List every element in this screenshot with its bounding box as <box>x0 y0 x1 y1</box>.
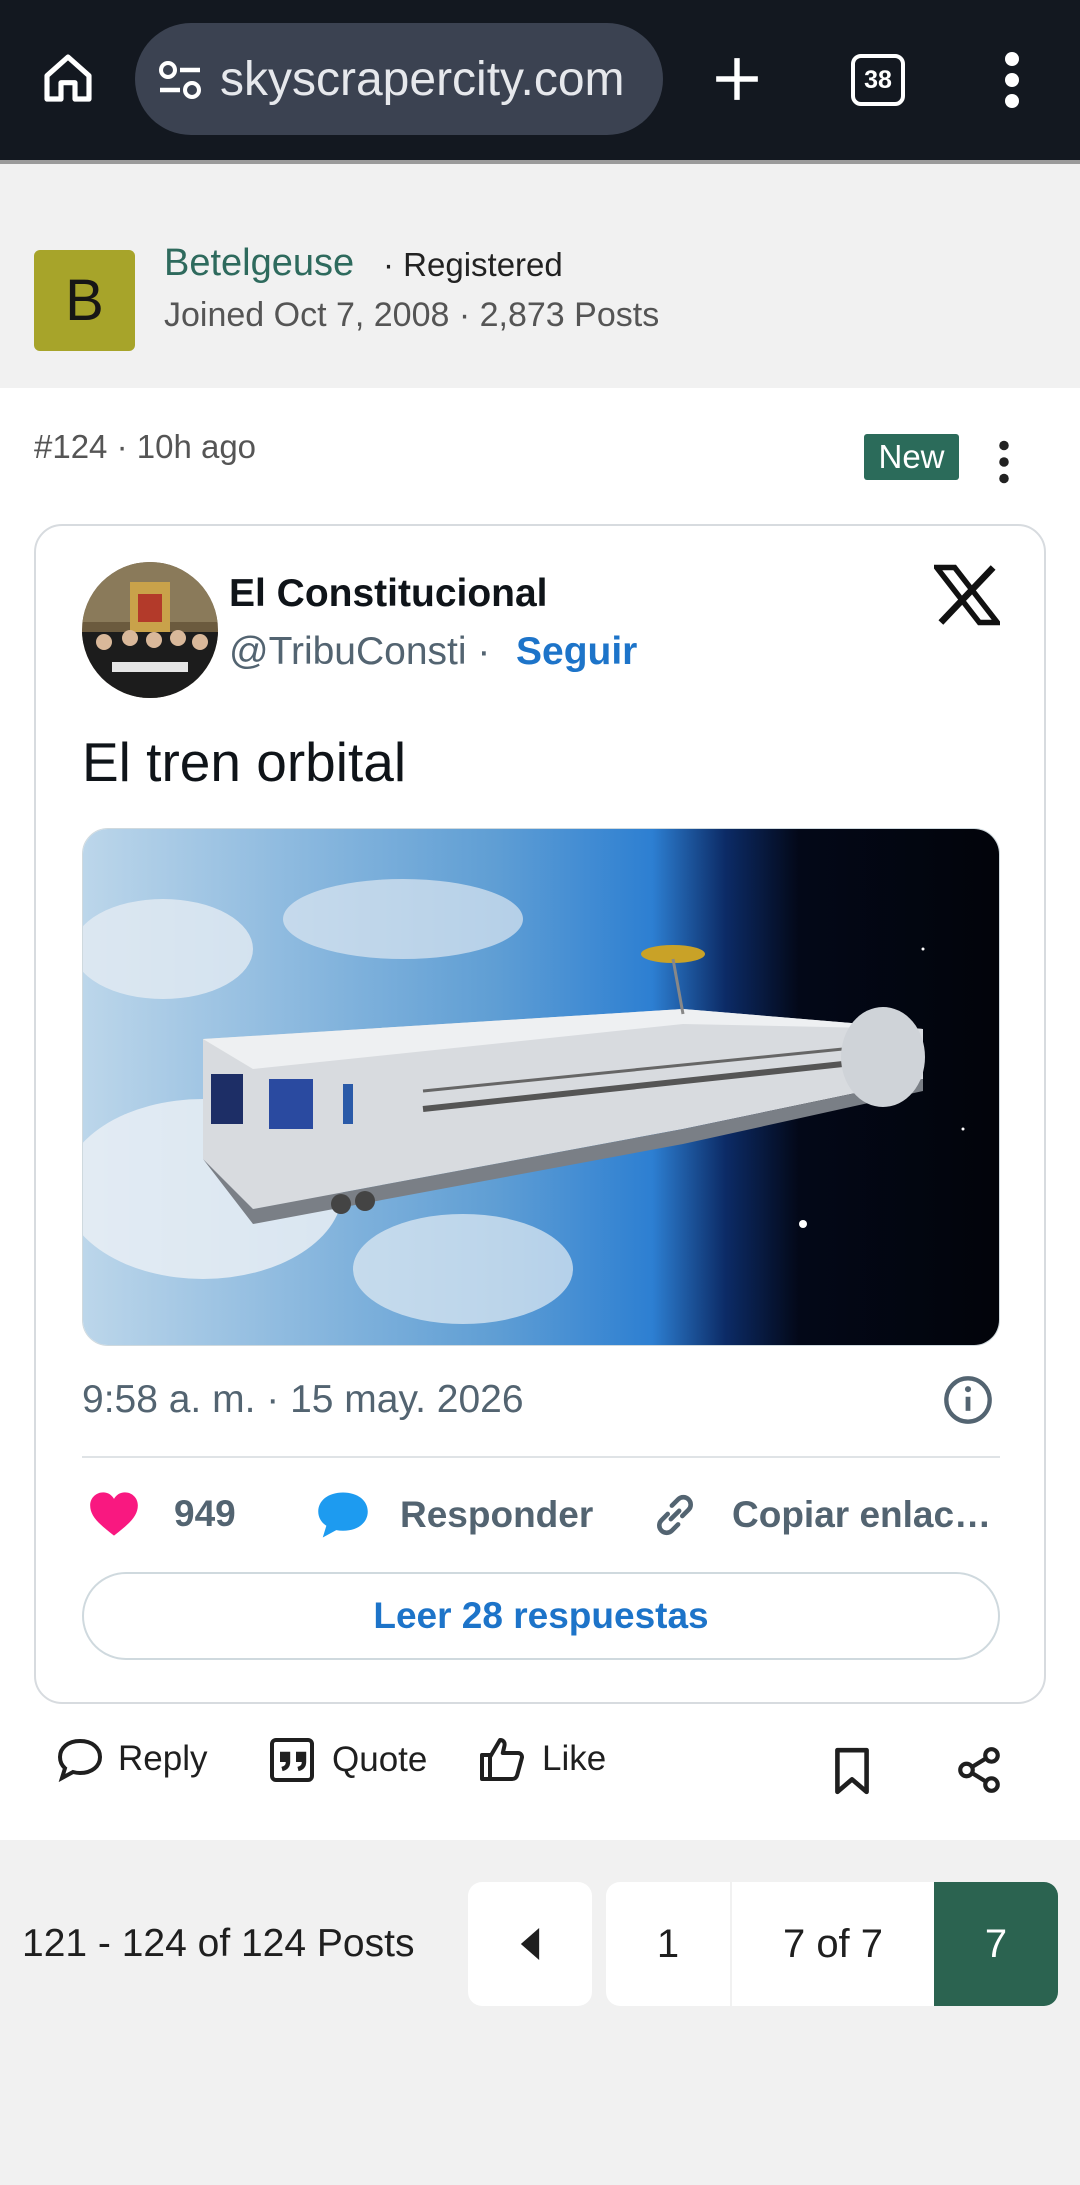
post-number-time[interactable]: #124 · 10h ago <box>34 428 256 466</box>
quote-icon <box>270 1738 314 1782</box>
x-logo-icon[interactable] <box>934 564 1000 626</box>
tweet-text: El tren orbital <box>82 731 407 793</box>
tweet-author-name[interactable]: El Constitucional <box>229 572 548 616</box>
copy-link-action[interactable]: Copiar enlac… <box>650 1490 991 1540</box>
copy-link-label: Copiar enlac… <box>732 1494 992 1535</box>
reply-bubble-icon <box>318 1492 368 1538</box>
caret-left-icon <box>520 1928 540 1960</box>
tweet-divider <box>82 1456 1000 1458</box>
reply-label: Responder <box>400 1494 594 1535</box>
first-page-button[interactable]: 1 <box>606 1882 730 2006</box>
url-text[interactable]: skyscrapercity.com <box>220 52 650 107</box>
post-count: 121 - 124 of 124 Posts <box>22 1922 415 1965</box>
author-avatar[interactable]: B <box>34 250 135 351</box>
like-button-label: Like <box>542 1739 607 1778</box>
tab-switcher-button[interactable]: 38 <box>851 54 905 106</box>
reply-button-label: Reply <box>118 1739 208 1778</box>
info-icon[interactable] <box>942 1374 994 1426</box>
new-badge: New <box>864 434 959 480</box>
tweet-handle[interactable]: @TribuConsti · <box>229 630 490 674</box>
toolbar-divider <box>0 160 1080 164</box>
post-menu-icon[interactable] <box>993 440 1015 484</box>
thumbs-up-icon <box>480 1738 524 1781</box>
page-selector[interactable]: 7 of 7 <box>732 1882 934 2006</box>
read-replies-button[interactable]: Leer 28 respuestas <box>82 1572 1000 1660</box>
tab-count: 38 <box>864 65 892 94</box>
like-action[interactable]: 949 <box>88 1490 236 1538</box>
reply-button[interactable]: Reply <box>56 1736 207 1782</box>
speech-bubble-icon <box>57 1738 103 1782</box>
author-name[interactable]: Betelgeuse <box>164 242 354 285</box>
tweet-avatar[interactable] <box>82 562 218 698</box>
tweet-image[interactable] <box>82 828 1000 1346</box>
author-meta: Joined Oct 7, 2008 · 2,873 Posts <box>164 296 660 334</box>
previous-page-button[interactable] <box>468 1882 592 2006</box>
quote-button-label: Quote <box>332 1740 428 1779</box>
embedded-tweet: El Constitucional @TribuConsti · Seguir … <box>34 524 1046 1704</box>
home-icon[interactable] <box>40 50 96 106</box>
bookmark-icon[interactable] <box>832 1746 872 1796</box>
link-icon <box>657 1494 693 1536</box>
quote-button[interactable]: Quote <box>268 1736 427 1784</box>
author-role: · Registered <box>383 246 563 283</box>
follow-button[interactable]: Seguir <box>516 630 637 674</box>
more-options-icon[interactable] <box>996 52 1028 108</box>
current-page-button[interactable]: 7 <box>934 1882 1058 2006</box>
like-count: 949 <box>174 1493 236 1534</box>
like-button[interactable]: Like <box>478 1736 606 1782</box>
site-settings-icon[interactable] <box>156 58 204 102</box>
share-icon[interactable] <box>954 1744 1004 1796</box>
heart-icon <box>90 1492 138 1536</box>
post-author-header: B Betelgeuse · Registered Joined Oct 7, … <box>0 182 1080 388</box>
browser-toolbar: skyscrapercity.com 38 <box>0 0 1080 160</box>
new-tab-icon[interactable] <box>712 54 762 104</box>
tweet-timestamp[interactable]: 9:58 a. m. · 15 may. 2026 <box>82 1378 524 1422</box>
pagination-bar: 121 - 124 of 124 Posts 1 7 of 7 7 <box>0 1840 1080 2185</box>
reply-action[interactable]: Responder <box>316 1490 593 1540</box>
post-card: #124 · 10h ago New El Constitucional @Tr… <box>0 388 1080 1840</box>
